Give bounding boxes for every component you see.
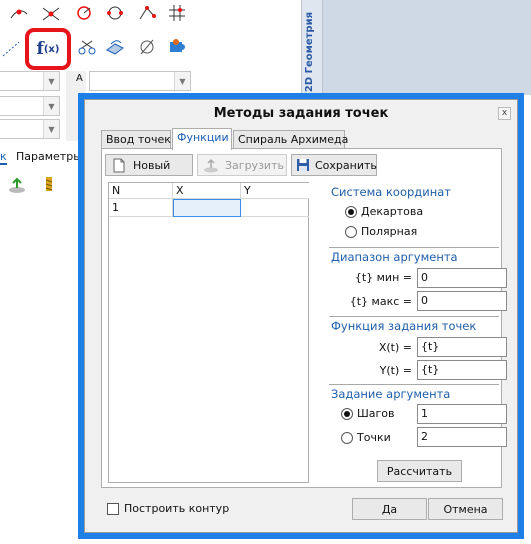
table-cell-x[interactable]: [173, 199, 241, 217]
dialog-titlebar[interactable]: Методы задания точек x: [85, 100, 517, 128]
scissors-points-icon[interactable]: [76, 36, 98, 58]
points-table[interactable]: N X Y 1: [108, 182, 309, 483]
dialog-title: Методы задания точек: [213, 106, 389, 121]
property-combo-4[interactable]: ▼: [89, 71, 191, 91]
tab-archimedes-spiral[interactable]: Спираль Архимеда: [233, 130, 348, 149]
y-func-input[interactable]: {t}: [417, 360, 507, 380]
property-combo-1[interactable]: ▼: [0, 71, 60, 91]
x-func-input[interactable]: {t}: [417, 337, 507, 357]
divider: [329, 384, 499, 385]
points-label: Точки: [357, 431, 391, 444]
divider: [329, 247, 499, 248]
new-label: Новый: [133, 158, 171, 172]
steps-input[interactable]: 1: [417, 404, 507, 424]
t-max-input[interactable]: 0: [417, 291, 507, 311]
column-x: X: [173, 183, 241, 199]
cartesian-label: Декартова: [361, 205, 424, 218]
load-button[interactable]: Загрузить: [197, 154, 287, 176]
point-function-title: Функция задания точек: [331, 319, 477, 333]
tab-point-input[interactable]: Ввод точек: [101, 130, 171, 149]
tab-parameters[interactable]: Параметры: [16, 150, 82, 163]
build-contour-label: Построить контур: [124, 502, 230, 515]
drill-icon[interactable]: [38, 174, 60, 196]
ok-button[interactable]: Да: [352, 498, 427, 520]
property-combo-2[interactable]: ▼: [0, 96, 60, 116]
arc-point-icon[interactable]: [73, 2, 95, 24]
load-icon: [202, 157, 220, 173]
function-points-button[interactable]: f (x): [25, 28, 71, 70]
grid-points-icon[interactable]: [166, 2, 188, 24]
circle-points-icon[interactable]: [104, 2, 126, 24]
drawing-area: [323, 0, 531, 95]
upload-icon[interactable]: [6, 174, 28, 196]
surface-points-icon[interactable]: [104, 36, 126, 58]
combo-a-label: A: [76, 73, 83, 84]
side-panel[interactable]: 2D Геометрия: [301, 0, 323, 100]
save-icon: [296, 157, 310, 173]
intersection-point-icon[interactable]: [40, 2, 62, 24]
divider: [329, 316, 499, 317]
column-y: Y: [241, 183, 309, 199]
calculate-button[interactable]: Рассчитать: [377, 460, 462, 482]
cartesian-radio[interactable]: Декартова: [345, 205, 423, 218]
column-n: N: [109, 183, 173, 199]
new-file-icon: [110, 157, 128, 173]
x-func-label: X(t) =: [378, 341, 412, 354]
load-label: Загрузить: [225, 158, 284, 172]
polar-radio[interactable]: Полярная: [345, 225, 417, 238]
arg-range-title: Диапазон аргумента: [331, 250, 458, 264]
point-on-curve-icon[interactable]: [8, 2, 30, 24]
radio-dot: [345, 205, 357, 218]
polyline-points-icon[interactable]: [136, 2, 158, 24]
points-input[interactable]: 2: [417, 427, 507, 447]
dashed-line-icon[interactable]: [0, 38, 22, 60]
t-max-label: {t} макс =: [349, 295, 412, 308]
build-contour-checkbox[interactable]: Построить контур: [107, 502, 229, 515]
diameter-icon[interactable]: [136, 36, 158, 58]
coord-system-title: Система координат: [331, 185, 451, 199]
save-button[interactable]: Сохранить: [291, 154, 377, 176]
points-radio[interactable]: Точки: [341, 431, 391, 444]
function-main-label: f: [36, 39, 44, 59]
functions-pane: Новый Загрузить Сохранить N X Y 1 Систем…: [101, 148, 507, 488]
puzzle-icon[interactable]: [166, 36, 188, 58]
t-min-label: {t} мин =: [354, 271, 412, 284]
t-min-input[interactable]: 0: [417, 268, 507, 288]
save-label: Сохранить: [315, 158, 377, 172]
radio-dot: [345, 225, 357, 238]
table-cell-y[interactable]: [241, 199, 309, 217]
steps-radio[interactable]: Шагов: [341, 407, 395, 420]
close-icon[interactable]: x: [498, 107, 511, 120]
property-combo-3[interactable]: ▼: [0, 119, 60, 139]
table-cell-n[interactable]: 1: [109, 199, 173, 217]
checkbox-box: [107, 502, 119, 515]
radio-dot: [341, 431, 353, 444]
new-button[interactable]: Новый: [105, 154, 193, 176]
tab-functions[interactable]: Функции: [172, 128, 232, 150]
polar-label: Полярная: [361, 225, 418, 238]
tab-partial[interactable]: к: [0, 150, 7, 165]
steps-label: Шагов: [357, 407, 395, 420]
radio-dot: [341, 407, 353, 420]
y-func-label: Y(t) =: [379, 364, 412, 377]
point-methods-dialog: Методы задания точек x Ввод точек Функци…: [84, 99, 518, 533]
function-sub-label: (x): [43, 43, 60, 55]
cancel-button[interactable]: Отмена: [428, 498, 503, 520]
arg-setting-title: Задание аргумента: [331, 387, 451, 401]
side-panel-label: 2D Геометрия: [304, 12, 315, 93]
